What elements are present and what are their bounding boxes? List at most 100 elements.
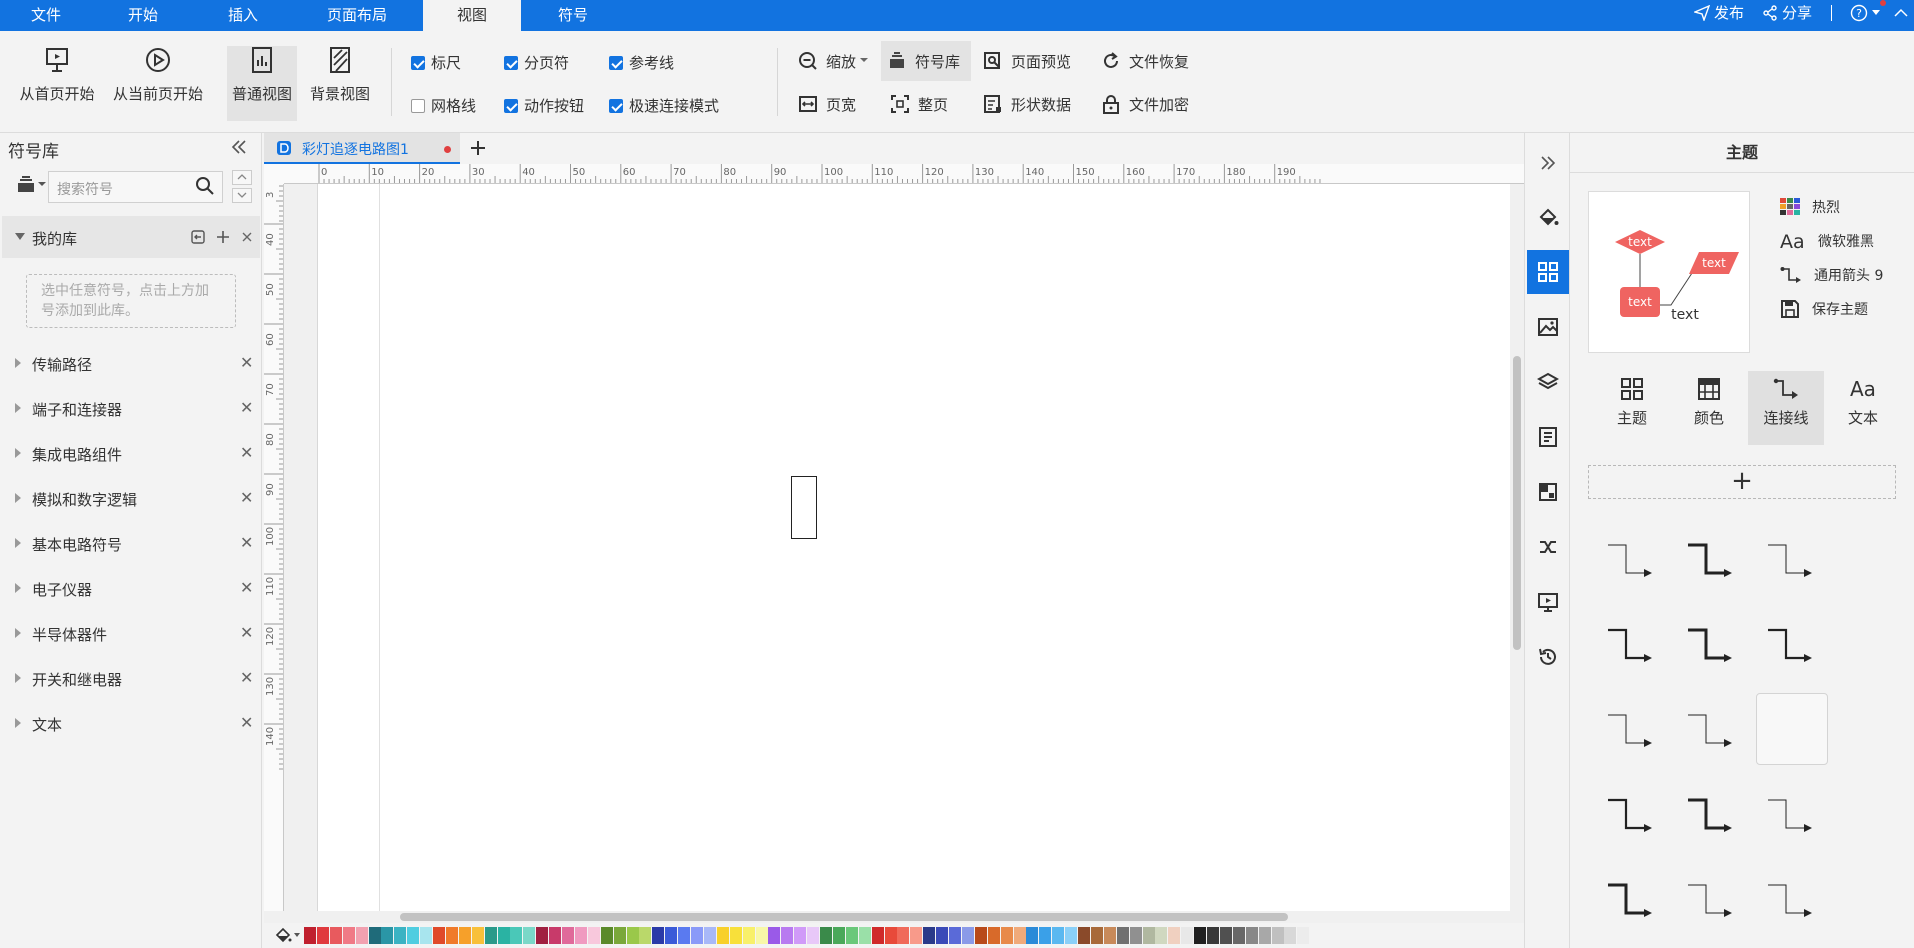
- color-swatch[interactable]: [1219, 927, 1232, 944]
- ruler-checkbox[interactable]: 标尺: [411, 52, 461, 73]
- close-icon[interactable]: ✕: [240, 668, 253, 687]
- color-swatch[interactable]: [1142, 927, 1155, 944]
- color-swatch[interactable]: [755, 927, 768, 944]
- publish-button[interactable]: 发布: [1694, 0, 1744, 25]
- color-swatch[interactable]: [1155, 927, 1168, 944]
- menu-tab-symbol[interactable]: 符号: [521, 0, 625, 31]
- color-swatch[interactable]: [1039, 927, 1052, 944]
- connector-style-option[interactable]: [1756, 523, 1828, 595]
- search-button[interactable]: [195, 176, 215, 196]
- color-swatch[interactable]: [1168, 927, 1181, 944]
- drawing-canvas[interactable]: [284, 184, 1510, 911]
- horizontal-scrollbar[interactable]: [264, 911, 1524, 923]
- category-item[interactable]: 端子和连接器 ✕: [0, 388, 262, 432]
- ruler-check-box[interactable]: [411, 55, 425, 70]
- color-swatch[interactable]: [304, 927, 316, 944]
- file-recovery-button[interactable]: 文件恢复: [1095, 41, 1195, 81]
- color-swatch[interactable]: [600, 927, 613, 944]
- color-swatch[interactable]: [1245, 927, 1258, 944]
- connector-style-option[interactable]: [1756, 778, 1828, 850]
- close-icon[interactable]: ✕: [240, 443, 253, 462]
- vertical-scrollbar[interactable]: [1510, 184, 1524, 911]
- save-theme-option[interactable]: 保存主题: [1780, 299, 1868, 319]
- share-button[interactable]: 分享: [1762, 0, 1812, 25]
- connector-style-option[interactable]: [1596, 608, 1668, 680]
- page-width-button[interactable]: 页宽: [792, 84, 862, 124]
- category-item[interactable]: 半导体器件 ✕: [0, 613, 262, 657]
- connector-style-option[interactable]: [1676, 523, 1748, 595]
- color-swatch[interactable]: [484, 927, 497, 944]
- data-button[interactable]: [1527, 470, 1569, 514]
- presentation-button[interactable]: [1527, 580, 1569, 624]
- color-swatch[interactable]: [678, 927, 691, 944]
- color-swatch[interactable]: [949, 927, 961, 944]
- connector-style-option[interactable]: [1596, 863, 1668, 935]
- category-item[interactable]: 模拟和数字逻辑 ✕: [0, 478, 262, 522]
- close-icon[interactable]: ✕: [240, 533, 253, 552]
- color-swatch[interactable]: [523, 927, 536, 944]
- menu-tab-start[interactable]: 开始: [92, 0, 194, 31]
- subtab-color[interactable]: 颜色: [1671, 371, 1747, 445]
- page-properties-button[interactable]: [1527, 415, 1569, 459]
- zoom-button[interactable]: 缩放: [792, 41, 874, 81]
- add-icon[interactable]: [215, 229, 231, 245]
- grid-checkbox[interactable]: 网格线: [411, 95, 476, 116]
- collapse-panel-button[interactable]: [230, 138, 248, 156]
- category-item[interactable]: 文本 ✕: [0, 703, 262, 747]
- import-icon[interactable]: [190, 229, 206, 245]
- color-swatch[interactable]: [381, 927, 394, 944]
- connector-style-option[interactable]: [1676, 778, 1748, 850]
- fast-connect-checkbox[interactable]: 极速连接模式: [609, 95, 719, 116]
- start-from-current-button[interactable]: 从当前页开始: [109, 46, 207, 116]
- color-swatch[interactable]: [510, 927, 523, 944]
- page-break-check-box[interactable]: [504, 55, 518, 70]
- color-swatch[interactable]: [458, 927, 471, 944]
- color-swatch[interactable]: [871, 927, 884, 944]
- help-button[interactable]: ?: [1850, 0, 1884, 25]
- whole-page-button[interactable]: 整页: [884, 84, 954, 124]
- color-swatch[interactable]: [1258, 927, 1271, 944]
- color-swatch[interactable]: [858, 927, 871, 944]
- color-swatch[interactable]: [368, 927, 381, 944]
- close-icon[interactable]: ✕: [240, 488, 253, 507]
- color-swatch[interactable]: [1232, 927, 1245, 944]
- color-swatch[interactable]: [355, 927, 368, 944]
- color-swatch[interactable]: [832, 927, 845, 944]
- history-button[interactable]: [1527, 635, 1569, 679]
- close-icon[interactable]: ✕: [240, 713, 253, 732]
- color-swatch[interactable]: [884, 927, 897, 944]
- subtab-text[interactable]: Aa 文本: [1825, 371, 1901, 445]
- color-swatch[interactable]: [1116, 927, 1129, 944]
- color-swatch[interactable]: [652, 927, 665, 944]
- connector-style-option[interactable]: [1676, 693, 1748, 765]
- shape-data-button[interactable]: 形状数据: [977, 84, 1077, 124]
- category-item[interactable]: 传输路径 ✕: [0, 343, 262, 387]
- category-item[interactable]: 集成电路组件 ✕: [0, 433, 262, 477]
- menu-tab-file[interactable]: 文件: [0, 0, 92, 31]
- rectangle-shape[interactable]: [791, 476, 817, 539]
- color-swatch[interactable]: [1194, 927, 1207, 944]
- action-button-checkbox[interactable]: 动作按钮: [504, 95, 584, 116]
- mind-map-button[interactable]: [1527, 525, 1569, 569]
- symbol-library-button[interactable]: 符号库: [881, 41, 971, 81]
- action-button-check-box[interactable]: [504, 98, 518, 113]
- image-button[interactable]: [1527, 305, 1569, 349]
- color-swatch[interactable]: [1052, 927, 1065, 944]
- menu-tab-view[interactable]: 视图: [423, 0, 521, 31]
- connector-style-option[interactable]: [1596, 693, 1668, 765]
- color-swatch[interactable]: [781, 927, 794, 944]
- file-encrypt-button[interactable]: 文件加密: [1095, 84, 1195, 124]
- color-swatch[interactable]: [536, 927, 549, 944]
- connector-style-option[interactable]: [1676, 863, 1748, 935]
- color-swatch[interactable]: [497, 927, 510, 944]
- color-swatch[interactable]: [329, 927, 342, 944]
- close-icon[interactable]: [240, 230, 254, 244]
- style-button[interactable]: [1527, 195, 1569, 239]
- subtab-theme[interactable]: 主题: [1594, 371, 1670, 445]
- color-swatch[interactable]: [703, 927, 716, 944]
- connector-style-option[interactable]: [1596, 523, 1668, 595]
- horizontal-scroll-thumb[interactable]: [400, 913, 1288, 921]
- color-swatch[interactable]: [961, 927, 974, 944]
- color-swatch[interactable]: [407, 927, 420, 944]
- color-swatch[interactable]: [729, 927, 742, 944]
